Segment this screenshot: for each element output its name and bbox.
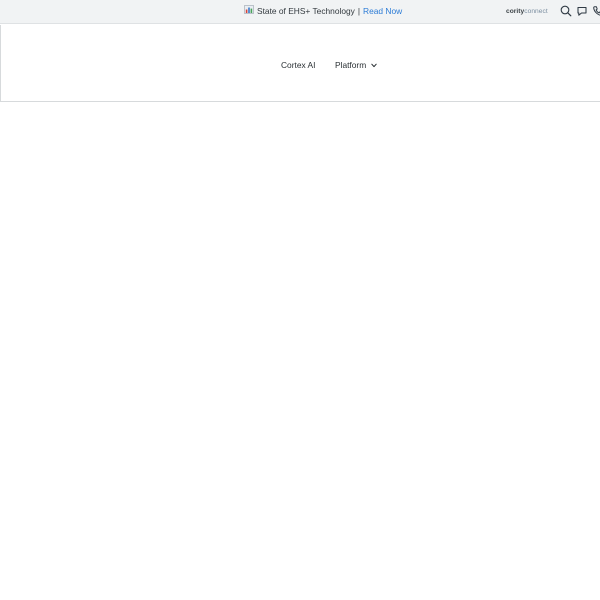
bar-chart-icon — [244, 5, 254, 16]
chat-bubble-icon[interactable] — [575, 4, 589, 18]
announcement-separator: | — [357, 5, 361, 16]
nav-item-label: Cortex AI — [281, 60, 316, 70]
announcement-bar: State of EHS+ Technology | Read Now cori… — [0, 0, 600, 24]
nav-item-cortex-ai[interactable]: Cortex AI — [281, 60, 315, 70]
main-navigation: Cortex AI Platform — [0, 25, 600, 102]
brand-primary: cority — [506, 8, 525, 15]
page-content — [0, 102, 600, 600]
brand-secondary: connect — [524, 8, 548, 15]
read-now-link[interactable]: Read Now — [363, 6, 402, 16]
announcement: State of EHS+ Technology | Read Now — [244, 5, 402, 16]
nav-item-label: Platform — [335, 60, 367, 70]
chevron-down-icon — [371, 60, 377, 70]
announcement-text: State of EHS+ Technology — [257, 5, 355, 16]
search-icon[interactable] — [559, 4, 573, 18]
cority-connect-link[interactable]: corityconnect — [506, 8, 548, 15]
nav-item-platform[interactable]: Platform — [335, 60, 377, 70]
phone-icon[interactable] — [591, 4, 600, 18]
